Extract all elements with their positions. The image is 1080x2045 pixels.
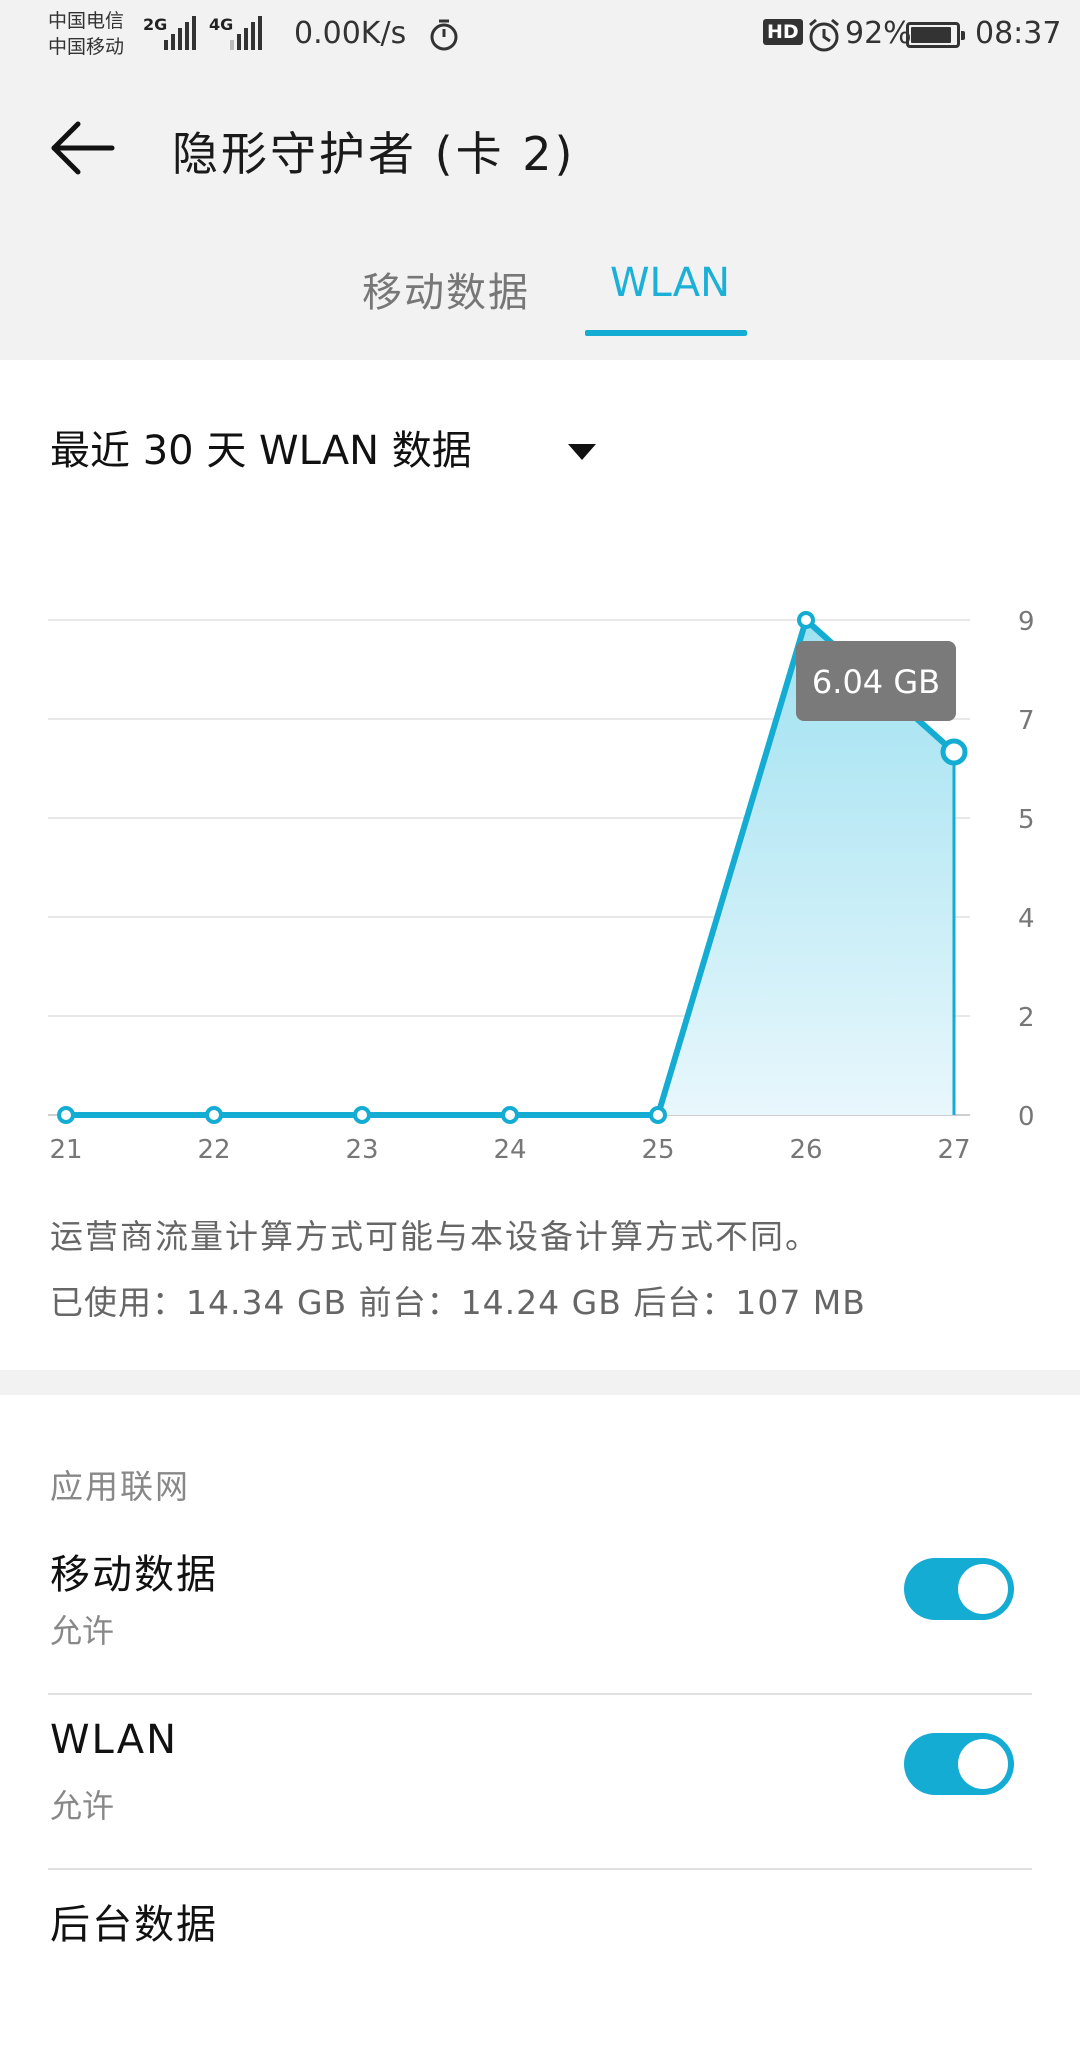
toggle-knob	[958, 1739, 1008, 1789]
hd-badge: HD	[763, 19, 803, 45]
row-title: 后台数据	[50, 1902, 218, 1948]
row-subtitle: 允许	[50, 1787, 115, 1825]
toggle-knob	[958, 1564, 1008, 1614]
data-point	[205, 1106, 223, 1124]
tab-indicator	[585, 330, 747, 336]
data-point	[940, 738, 968, 766]
data-point	[501, 1106, 519, 1124]
x-tick-label: 22	[197, 1135, 230, 1165]
row-title: 移动数据	[50, 1552, 218, 1598]
x-tick-label: 21	[49, 1135, 82, 1165]
alarm-icon	[809, 18, 839, 52]
top-area: 中国电信 中国移动 2G 4G 0.00K/s HD 92% 08:37 隐形守…	[0, 0, 1080, 360]
y-tick-label: 2	[1018, 1003, 1035, 1033]
x-tick-label: 27	[937, 1135, 970, 1165]
y-tick-label: 4	[1018, 904, 1035, 934]
usage-summary: 已使用：14.34 GB 前台：14.24 GB 后台：107 MB	[50, 1283, 866, 1322]
signal-icon	[230, 16, 262, 50]
row-subtitle: 允许	[50, 1612, 115, 1650]
battery-nub	[961, 31, 965, 40]
clock: 08:37	[975, 16, 1062, 51]
page-title: 隐形守护者 (卡 2)	[172, 127, 576, 181]
x-tick-label: 23	[345, 1135, 378, 1165]
carrier-1: 中国电信	[48, 10, 125, 32]
back-button[interactable]	[40, 108, 120, 188]
tab-bar: 移动数据 WLAN	[0, 250, 1080, 340]
carrier-names: 中国电信 中国移动	[48, 8, 124, 60]
y-tick-label: 9	[1018, 607, 1035, 637]
chart-y-labels: 0 2 4 5 7 9	[1018, 607, 1035, 1132]
wlan-toggle[interactable]	[904, 1733, 1014, 1795]
y-tick-label: 7	[1018, 706, 1035, 736]
title-bar: 隐形守护者 (卡 2)	[0, 80, 1080, 210]
data-point	[649, 1106, 667, 1124]
signal-icon	[164, 16, 196, 50]
battery-percent: 92%	[845, 16, 912, 51]
mobile-data-toggle[interactable]	[904, 1558, 1014, 1620]
x-tick-label: 26	[789, 1135, 822, 1165]
period-selector[interactable]: 最近 30 天 WLAN 数据	[50, 418, 472, 476]
tab-mobile-data[interactable]: 移动数据	[362, 260, 530, 318]
x-tick-label: 25	[641, 1135, 674, 1165]
carrier-2: 中国移动	[48, 36, 125, 58]
data-point	[353, 1106, 371, 1124]
status-bar: 中国电信 中国移动 2G 4G 0.00K/s HD 92% 08:37	[0, 0, 1080, 80]
row-wlan[interactable]: WLAN 允许	[0, 1695, 1080, 1870]
row-mobile-data[interactable]: 移动数据 允许	[0, 1520, 1080, 1695]
carrier-note: 运营商流量计算方式可能与本设备计算方式不同。	[50, 1217, 820, 1256]
x-tick-label: 24	[493, 1135, 526, 1165]
network-speed: 0.00K/s	[294, 16, 407, 51]
back-arrow-icon	[51, 121, 115, 175]
chart-tooltip: 6.04 GB	[796, 641, 956, 721]
tab-wlan[interactable]: WLAN	[610, 260, 730, 306]
tooltip-label: 6.04 GB	[812, 663, 940, 701]
timer-icon	[430, 19, 458, 51]
section-divider	[0, 1370, 1080, 1395]
y-tick-label: 5	[1018, 805, 1035, 835]
row-title: WLAN	[50, 1717, 179, 1763]
section-header-app-network: 应用联网	[50, 1467, 190, 1506]
battery-icon	[906, 22, 965, 48]
data-point	[57, 1106, 75, 1124]
usage-chart: 21 22 23 24 25 26 27 024579 6.04 GB	[48, 607, 1035, 1165]
battery-fill	[911, 27, 952, 43]
row-background-data[interactable]: 后台数据	[0, 1870, 1080, 2045]
y-tick-label: 0	[1018, 1102, 1035, 1132]
dropdown-caret-icon[interactable]	[568, 444, 596, 460]
chart-x-labels: 21 22 23 24 25 26 27	[49, 1135, 970, 1165]
data-point	[797, 611, 815, 629]
